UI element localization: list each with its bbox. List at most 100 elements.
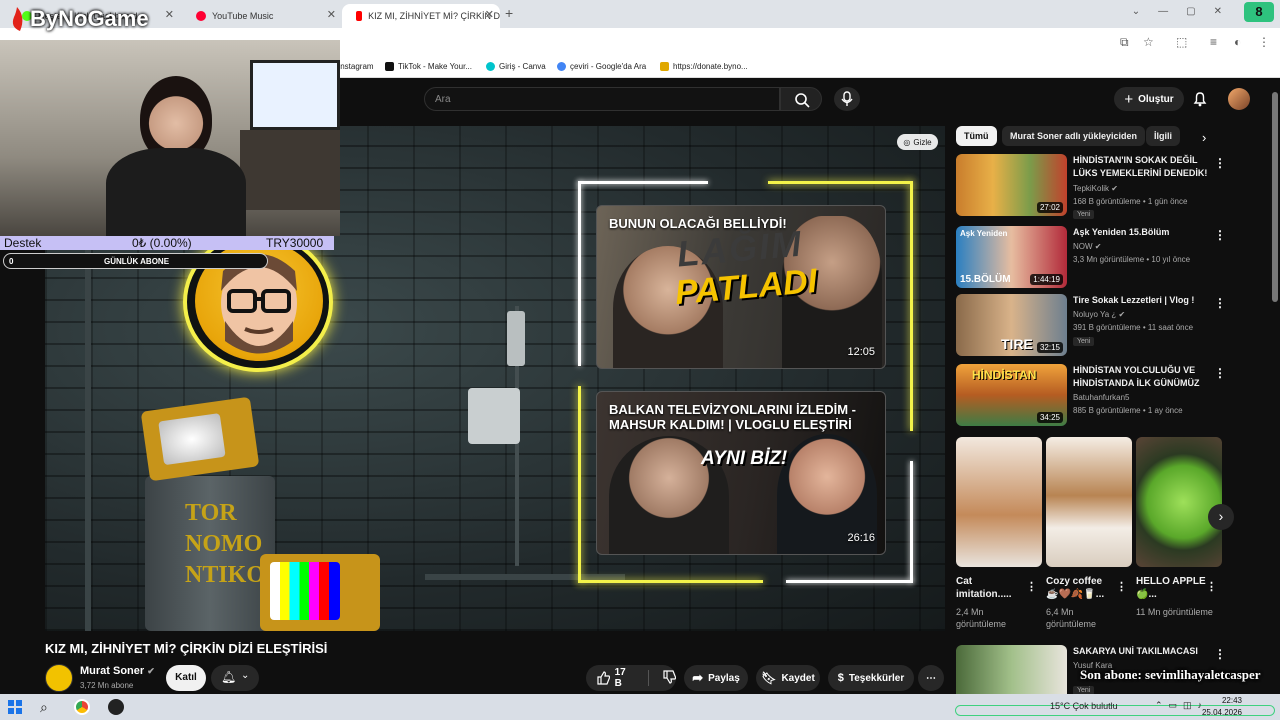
recommended-video[interactable]: 27:02 HİNDİSTAN'IN SOKAK DEĞİL LÜKS YEME… bbox=[956, 154, 1256, 219]
menu-icon[interactable]: ⋮ bbox=[1258, 35, 1270, 49]
dislike-button[interactable] bbox=[662, 669, 677, 687]
webcam-overlay bbox=[0, 40, 340, 236]
page-scrollbar[interactable] bbox=[1272, 92, 1278, 302]
join-button[interactable]: Katıl bbox=[166, 665, 206, 691]
short-views: 11 Mn görüntüleme bbox=[1136, 607, 1213, 617]
voice-search-button[interactable] bbox=[834, 87, 860, 111]
more-icon[interactable]: ⋮ bbox=[1116, 580, 1127, 593]
user-avatar[interactable] bbox=[1228, 88, 1250, 110]
thumbnail-text: TIRE bbox=[1001, 336, 1033, 352]
video-title: Tire Sokak Lezzetleri | Vlog ! bbox=[1073, 295, 1195, 305]
short-views: 2,4 Mn görüntüleme bbox=[956, 607, 1007, 629]
notifications-button[interactable] bbox=[1190, 89, 1210, 109]
more-icon: ⋯ bbox=[926, 672, 936, 684]
short-thumbnail[interactable] bbox=[956, 437, 1042, 567]
share-label: Paylaş bbox=[708, 672, 740, 684]
chip-from-uploader[interactable]: Murat Soner adlı yükleyiciden bbox=[1002, 126, 1146, 146]
hide-end-screen-button[interactable]: ◎ Gizle bbox=[897, 134, 938, 150]
chip-related[interactable]: İlgili bbox=[1146, 126, 1180, 146]
tab-current-video[interactable]: KIZ MI, ZİHNİYET Mİ? ÇİRKİN D ✕ bbox=[342, 4, 500, 28]
bookmark-instagram[interactable]: Instagram bbox=[338, 62, 374, 71]
windows-start-icon[interactable] bbox=[8, 700, 22, 714]
tray-icons[interactable]: ⌃▭◫♪ bbox=[1155, 700, 1208, 711]
create-button[interactable]: + Oluştur bbox=[1114, 87, 1184, 111]
channel-name[interactable]: Murat Soner ✔ bbox=[80, 665, 155, 677]
obs-icon[interactable] bbox=[108, 699, 124, 715]
bookmark-tiktok[interactable]: TikTok - Make Your... bbox=[385, 62, 472, 71]
chip-label: İlgili bbox=[1154, 131, 1172, 141]
more-icon[interactable]: ⋮ bbox=[1214, 156, 1226, 170]
chip-all[interactable]: Tümü bbox=[956, 126, 997, 146]
close-icon[interactable]: ✕ bbox=[327, 8, 336, 21]
browser-tab-bar: Destek - Kick Dashboard ✕ YouTube Music … bbox=[0, 0, 1280, 28]
more-icon[interactable]: ⋮ bbox=[1026, 580, 1037, 593]
daily-subs-count: 0 bbox=[9, 257, 14, 266]
tab-youtube-music[interactable]: YouTube Music ✕ bbox=[182, 4, 342, 28]
media-icon[interactable]: ≡ bbox=[1210, 35, 1217, 49]
chrome-icon[interactable] bbox=[74, 699, 90, 715]
verified-icon: ✔ bbox=[147, 666, 155, 676]
short-thumbnail[interactable] bbox=[1136, 437, 1222, 567]
more-icon[interactable]: ⋮ bbox=[1214, 647, 1226, 661]
junction-box bbox=[468, 388, 520, 444]
search-icon bbox=[795, 93, 810, 108]
card-overlay-text: AYNI BİZ! bbox=[701, 448, 788, 469]
close-icon[interactable]: ✕ bbox=[485, 8, 494, 21]
short-title[interactable]: HELLO APPLE 🍏... bbox=[1136, 575, 1206, 601]
k-badge-count: 8 bbox=[1255, 4, 1263, 19]
thumbnail-text: Aşk Yeniden bbox=[960, 229, 1008, 238]
system-clock[interactable]: 22:43 25.04.2026 bbox=[1202, 695, 1242, 719]
more-icon[interactable]: ⋮ bbox=[1206, 580, 1217, 593]
video-title: HİNDİSTAN YOLCULUĞU VE HİNDİSTANDA İLK G… bbox=[1073, 365, 1200, 388]
like-button[interactable]: 17 B bbox=[596, 667, 635, 689]
weather-widget[interactable]: 15°C Çok bulutlu bbox=[1050, 701, 1118, 711]
recommended-video[interactable]: Aşk Yeniden 15.BÖLÜM 1:44:19 Aşk Yeniden… bbox=[956, 226, 1256, 290]
window-controls[interactable]: ⌄—▢✕ bbox=[1132, 6, 1240, 17]
k-badge: 8 bbox=[1244, 2, 1274, 22]
search-input[interactable]: Ara bbox=[424, 87, 780, 111]
youtube-music-icon bbox=[196, 11, 206, 21]
thumbs-up-icon bbox=[597, 671, 610, 685]
channel-name-text: TepkiKolik bbox=[1073, 184, 1110, 193]
shorts-next-button[interactable]: › bbox=[1208, 504, 1234, 530]
thumbnail-text: 15.BÖLÜM bbox=[960, 274, 1011, 285]
more-icon[interactable]: ⋮ bbox=[1214, 296, 1226, 310]
short-title[interactable]: Cozy coffee ☕🤎🍂🥛... bbox=[1046, 575, 1116, 601]
clock-time: 22:43 bbox=[1221, 696, 1242, 705]
search-button[interactable] bbox=[780, 87, 822, 111]
chevron-right-icon[interactable]: › bbox=[1202, 130, 1206, 145]
end-card-video-2[interactable]: AYNI BİZ! BALKAN TELEVİZYONLARINI İZLEDİ… bbox=[596, 391, 886, 555]
extensions-icon[interactable]: ⬚ bbox=[1176, 35, 1187, 49]
bookmark-canva[interactable]: Giriş - Canva bbox=[486, 62, 546, 71]
video-duration: 32:15 bbox=[1036, 342, 1063, 353]
channel-avatar[interactable] bbox=[45, 664, 73, 692]
short-thumbnail[interactable] bbox=[1046, 437, 1132, 567]
profile-icon[interactable]: ◐ bbox=[1234, 35, 1241, 49]
end-card-video-1[interactable]: LAĞIM PATLADI BUNUN OLACAĞI BELLİYDİ! 12… bbox=[596, 205, 886, 369]
save-button[interactable]: 🔖︎ Kaydet bbox=[756, 665, 820, 691]
bookmark-donate[interactable]: https://donate.byno... bbox=[660, 62, 748, 71]
recommended-video[interactable]: TIRE 32:15 Tire Sokak Lezzetleri | Vlog … bbox=[956, 294, 1256, 358]
close-icon[interactable]: ✕ bbox=[165, 8, 174, 21]
streamer-body bbox=[106, 148, 246, 236]
share-button[interactable]: ➦ Paylaş bbox=[684, 665, 748, 691]
short-title[interactable]: Cat imitation..... bbox=[956, 575, 1026, 601]
more-actions-button[interactable]: ⋯ bbox=[918, 665, 944, 691]
bookmark-star-icon[interactable]: ☆ bbox=[1143, 35, 1154, 49]
tv-screen bbox=[158, 413, 226, 466]
thanks-button[interactable]: $ Teşekkürler bbox=[828, 665, 914, 691]
more-icon[interactable]: ⋮ bbox=[1214, 366, 1226, 380]
bookmark-google[interactable]: çeviri - Google'da Ara bbox=[557, 62, 646, 71]
video-duration: 34:25 bbox=[1036, 412, 1063, 423]
end-card-duration: 12:05 bbox=[847, 346, 875, 358]
more-icon[interactable]: ⋮ bbox=[1214, 228, 1226, 242]
bell-icon bbox=[1193, 92, 1207, 107]
like-count: 17 B bbox=[614, 667, 626, 689]
google-icon bbox=[557, 62, 566, 71]
new-tab-icon[interactable]: + bbox=[505, 5, 513, 21]
search-icon[interactable]: ⌕ bbox=[40, 699, 48, 716]
subscription-bell-button[interactable]: 🔔︎ ⌄ bbox=[211, 665, 259, 691]
video-thumbnail: Aşk Yeniden 15.BÖLÜM 1:44:19 bbox=[956, 226, 1067, 288]
recommended-video[interactable]: HİNDİSTAN 34:25 HİNDİSTAN YOLCULUĞU VE H… bbox=[956, 364, 1256, 428]
install-icon[interactable]: ⧉ bbox=[1120, 35, 1129, 50]
